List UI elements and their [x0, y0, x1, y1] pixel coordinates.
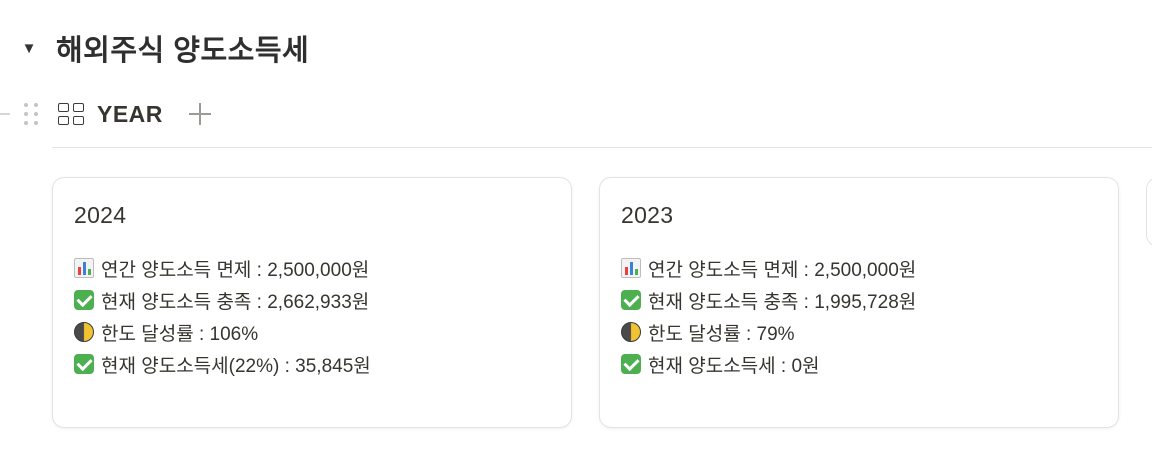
card-line-text: 현재 양도소득 충족 : 1,995,728원 [648, 291, 917, 313]
card-line-text: 연간 양도소득 면제 : 2,500,000원 [648, 259, 917, 281]
block-indent-marker [0, 113, 10, 115]
view-tab-year[interactable]: YEAR [58, 94, 163, 134]
card-line: 현재 양도소득 충족 : 2,662,933원 [73, 284, 371, 316]
gallery-icon [58, 103, 84, 125]
card-line: 현재 양도소득세(22%) : 35,845원 [73, 348, 371, 380]
card-title: 2024 [74, 202, 127, 228]
gallery-card[interactable]: 2024 연간 양도소득 면제 : 2,500,000원 현재 양도소득 충족 … [52, 177, 572, 428]
card-line-text: 현재 양도소득 충족 : 2,662,933원 [101, 291, 370, 313]
card-line-text: 한도 달성률 : 79% [648, 323, 795, 345]
check-mark-icon [620, 289, 642, 311]
toggle-arrow-icon[interactable]: ▼ [18, 37, 40, 59]
card-line-text: 현재 양도소득세(22%) : 35,845원 [101, 355, 371, 377]
bar-chart-icon [620, 257, 642, 279]
card-line: 한도 달성률 : 106% [73, 316, 371, 348]
drag-handle-icon[interactable] [24, 101, 38, 127]
gallery-card-partial[interactable] [1146, 177, 1152, 247]
card-line: 연간 양도소득 면제 : 2,500,000원 [73, 252, 371, 284]
check-mark-icon [73, 353, 95, 375]
page: ▼ 해외주식 양도소득세 YEAR 2024 연간 양도소득 면제 : 2,50… [0, 0, 1152, 466]
card-title: 2023 [621, 202, 674, 228]
card-line-text: 연간 양도소득 면제 : 2,500,000원 [101, 259, 370, 281]
check-mark-icon [73, 289, 95, 311]
divider [52, 147, 1152, 148]
card-line: 현재 양도소득 충족 : 1,995,728원 [620, 284, 916, 316]
gallery-card[interactable]: 2023 연간 양도소득 면제 : 2,500,000원 현재 양도소득 충족 … [599, 177, 1119, 428]
half-moon-icon [73, 321, 95, 343]
view-bar: YEAR [0, 94, 211, 134]
card-line: 현재 양도소득세 : 0원 [620, 348, 916, 380]
card-line: 연간 양도소득 면제 : 2,500,000원 [620, 252, 916, 284]
section-title: 해외주식 양도소득세 [56, 35, 310, 67]
view-tab-label: YEAR [97, 100, 163, 127]
card-property-list: 연간 양도소득 면제 : 2,500,000원 현재 양도소득 충족 : 2,6… [73, 252, 371, 380]
half-moon-icon [620, 321, 642, 343]
toggle-heading[interactable]: ▼ 해외주식 양도소득세 [18, 26, 309, 70]
card-property-list: 연간 양도소득 면제 : 2,500,000원 현재 양도소득 충족 : 1,9… [620, 252, 916, 380]
card-line-text: 한도 달성률 : 106% [101, 323, 259, 345]
card-line-text: 현재 양도소득세 : 0원 [648, 355, 820, 377]
plus-icon[interactable] [188, 103, 211, 125]
card-line: 한도 달성률 : 79% [620, 316, 916, 348]
check-mark-icon [620, 353, 642, 375]
bar-chart-icon [73, 257, 95, 279]
